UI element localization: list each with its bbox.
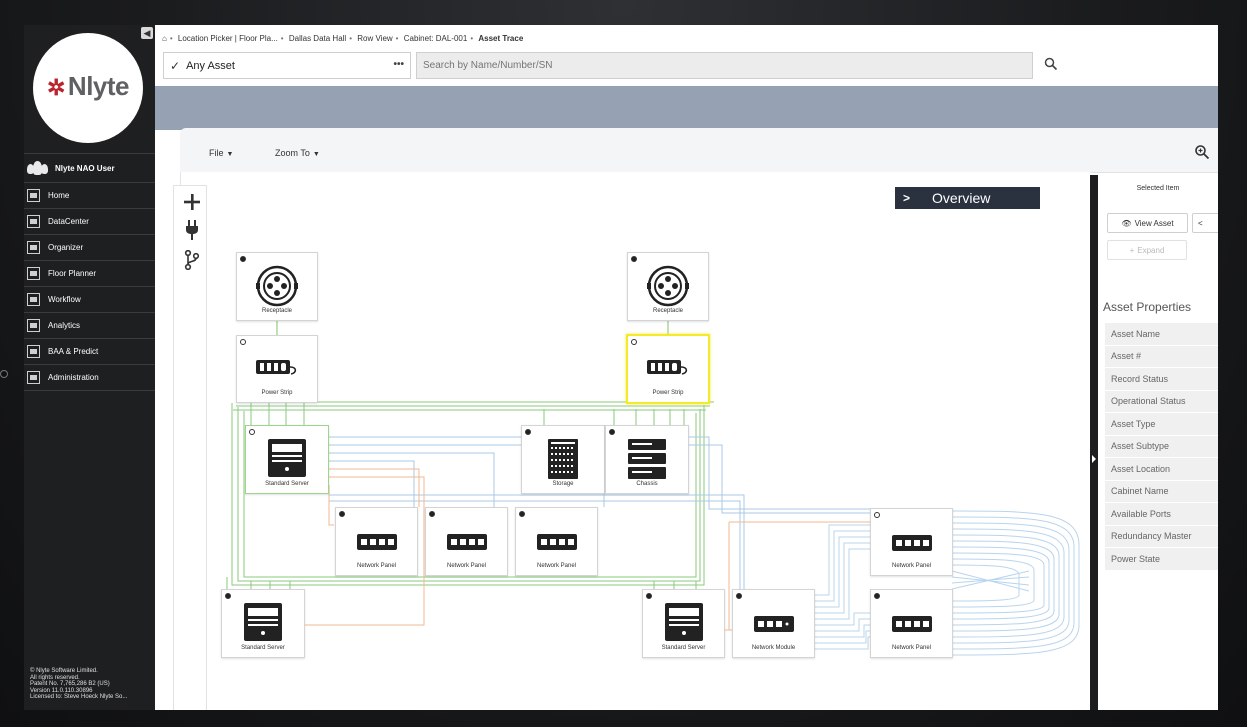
network-panel-icon: [356, 534, 397, 550]
property-row: Asset Location: [1105, 458, 1218, 480]
node-label: Standard Server: [661, 645, 706, 651]
property-row: Asset Subtype: [1105, 435, 1218, 457]
network-panel-icon: [891, 535, 932, 551]
expand-label: Expand: [1137, 245, 1165, 255]
standard-server-node[interactable]: Standard Server: [245, 425, 329, 494]
node-handle[interactable]: [631, 339, 637, 345]
node-handle[interactable]: [736, 593, 742, 599]
expand-button[interactable]: + Expand: [1107, 240, 1187, 260]
node-handle[interactable]: [429, 511, 435, 517]
overview-button[interactable]: > Overview: [895, 187, 1040, 209]
storage-node[interactable]: Storage: [521, 425, 605, 494]
property-row: Redundancy Master: [1105, 525, 1218, 547]
node-label: Network Panel: [536, 563, 577, 569]
network-panel-icon: [891, 616, 932, 632]
network-panel-icon: [446, 534, 487, 550]
view-asset-button[interactable]: 👁 View Asset: [1107, 213, 1188, 233]
view-asset-label: View Asset: [1134, 218, 1174, 228]
add-tool[interactable]: [182, 190, 202, 214]
property-row: Available Ports: [1105, 503, 1218, 525]
node-label: Storage: [552, 481, 574, 487]
node-label: Network Panel: [891, 645, 932, 651]
server-icon: [244, 603, 282, 641]
network-panel-node[interactable]: Network Panel: [870, 589, 953, 658]
storage-icon: [548, 439, 578, 479]
node-handle[interactable]: [525, 429, 531, 435]
node-label: Standard Server: [241, 645, 285, 651]
standard-server-node[interactable]: Standard Server: [642, 589, 725, 658]
property-row: Record Status: [1105, 368, 1218, 390]
node-handle[interactable]: [646, 593, 652, 599]
server-icon: [268, 439, 306, 477]
node-label: Network Panel: [356, 563, 397, 569]
properties-panel: Selected Item 👁 View Asset < + Expand Asse…: [1098, 175, 1218, 710]
power-strip-icon: [256, 360, 297, 375]
node-label: Chassis: [636, 481, 658, 487]
panel-title: Selected Item: [1136, 185, 1180, 192]
chevron-right-icon: >: [903, 191, 911, 205]
node-handle[interactable]: [519, 511, 525, 517]
node-label: Network Panel: [891, 563, 932, 569]
network-module-node[interactable]: Network Module: [732, 589, 815, 658]
chassis-node[interactable]: Chassis: [605, 425, 689, 494]
power-strip-node[interactable]: Power Strip: [236, 335, 318, 403]
node-label: Power Strip: [652, 390, 684, 396]
node-handle[interactable]: [874, 593, 880, 599]
power-trace-tool[interactable]: [182, 218, 202, 242]
standard-server-node[interactable]: Standard Server: [221, 589, 305, 658]
power-strip-node-selected[interactable]: Power Strip: [626, 334, 710, 404]
receptacle-icon: [256, 265, 298, 307]
plug-icon: [186, 220, 198, 240]
node-handle[interactable]: [240, 339, 246, 345]
asset-properties-list: Asset Name Asset # Record Status Operati…: [1105, 323, 1218, 571]
network-panel-node[interactable]: Network Panel: [335, 507, 418, 576]
property-row: Operational Status: [1105, 390, 1218, 412]
server-icon: [664, 603, 703, 641]
node-label: Power Strip: [261, 390, 293, 396]
network-panel-icon: [536, 534, 577, 550]
property-row: Asset Type: [1105, 413, 1218, 435]
node-handle[interactable]: [240, 256, 246, 262]
node-handle[interactable]: [609, 429, 615, 435]
chassis-icon: [628, 439, 666, 479]
share-icon: <: [1198, 218, 1203, 228]
branch-icon: [184, 250, 200, 270]
node-handle[interactable]: [339, 511, 345, 517]
node-handle[interactable]: [874, 512, 880, 518]
node-label: Network Module: [751, 645, 796, 651]
receptacle-node[interactable]: Receptacle: [627, 252, 709, 321]
app-window: ◀ ✲ Nlyte Nlyte NAO User Home DataCenter …: [24, 25, 1218, 710]
receptacle-icon: [647, 265, 689, 307]
power-strip-icon: [647, 360, 688, 375]
plus-icon: [184, 194, 200, 210]
network-trace-tool[interactable]: [182, 248, 202, 272]
network-panel-node[interactable]: Network Panel: [515, 507, 598, 576]
node-handle[interactable]: [249, 429, 255, 435]
property-row: Asset #: [1105, 345, 1218, 367]
network-panel-node[interactable]: Network Panel: [870, 508, 953, 576]
receptacle-node[interactable]: Receptacle: [236, 252, 318, 321]
property-row: Cabinet Name: [1105, 480, 1218, 502]
node-label: Standard Server: [265, 481, 309, 487]
tool-strip: [173, 185, 207, 710]
node-handle[interactable]: [225, 593, 231, 599]
share-button[interactable]: <: [1192, 213, 1218, 233]
node-label: Receptacle: [261, 308, 293, 314]
overview-label: Overview: [932, 190, 991, 206]
property-row: Power State: [1105, 548, 1218, 570]
network-panel-node[interactable]: Network Panel: [425, 507, 508, 576]
side-marker: [0, 370, 8, 378]
property-row: Asset Name: [1105, 323, 1218, 345]
asset-properties-title: Asset Properties: [1103, 300, 1192, 314]
node-label: Network Panel: [446, 563, 487, 569]
node-label: Receptacle: [652, 308, 684, 314]
eye-icon: 👁: [1121, 218, 1132, 228]
zoom-icon[interactable]: [1194, 144, 1210, 160]
node-handle[interactable]: [631, 256, 637, 262]
network-module-icon: [753, 616, 794, 632]
panel-toggle[interactable]: [1090, 175, 1098, 710]
plus-icon: +: [1129, 245, 1135, 255]
